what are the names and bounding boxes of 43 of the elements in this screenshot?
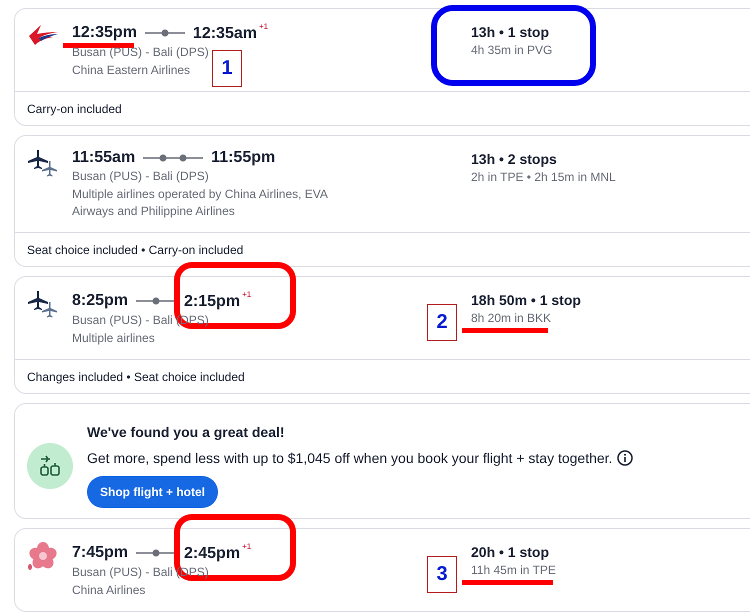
deal-title: We've found you a great deal! [87,424,286,440]
included-text: Carry-on included [27,102,122,116]
arrival-time: 11:55pm [211,149,276,167]
airline-text: Multiple airlines [72,330,155,347]
flight-card[interactable]: 12:35pm 12:35am$^{+1}$ Busan (PUS) - Bali (DPS) China Eastern Airlines 1 13h • 1 stop 4h 35m in PVG Carry-on included [14,8,750,126]
route-text: Busan (PUS) - Bali (DPS) [72,44,209,61]
airline-text: China Airlines [72,582,146,599]
deal-text: Get more, spend less with up to $1,045 off when you book your flight + stay together. [87,450,612,466]
flower-logo [27,542,59,572]
layover-text: 11h 45m in TPE [471,562,556,579]
timeline-icon [136,296,176,304]
airline-text: Multiple airlines operated by China Airlines, EVA Airways and Philippine Airlines [72,186,329,220]
arrival-time: 2:45pm$^{+1}$ [184,542,252,563]
duration-text: 13h • 2 stops [471,150,557,169]
airline-text: China Eastern Airlines [72,62,190,79]
layover-text: 2h in TPE • 2h 15m in MNL [471,169,616,186]
planes-icon [27,149,59,179]
planes-icon [27,290,59,320]
shop-flight-hotel-button[interactable]: Shop flight + hotel [87,476,218,508]
departure-time: 12:35pm [72,24,137,42]
layover-text: 4h 35m in PVG [471,42,552,59]
timeline-icon [136,548,176,556]
annotation-number: 1 [212,50,242,87]
arrival-time: 12:35am$^{+1}$ [192,22,268,43]
duration-text: 13h • 1 stop [471,23,550,42]
layover-text: 8h 20m in BKK [471,310,552,327]
departure-time: 11:55am [72,149,136,167]
duration-text: 18h 50m • 1 stop [471,291,581,310]
timeline-icon [143,154,204,162]
duration-text: 20h • 1 stop [471,543,550,562]
info-icon[interactable] [617,450,634,466]
annotation-number: 2 [427,304,457,341]
arrival-time: 2:15pm$^{+1}$ [184,290,252,311]
plane-hotel-icon [27,443,73,489]
included-text: Seat choice included • Carry-on included [27,242,244,256]
included-text: Changes included • Seat choice included [27,370,245,384]
annotation-number: 3 [427,556,457,593]
swoosh-logo [27,24,59,46]
departure-time: 8:25pm [72,292,128,310]
flight-card[interactable] [14,135,750,267]
departure-time: 7:45pm [72,544,128,562]
route-text: Busan (PUS) - Bali (DPS) [72,168,209,185]
timeline-icon [144,28,185,36]
